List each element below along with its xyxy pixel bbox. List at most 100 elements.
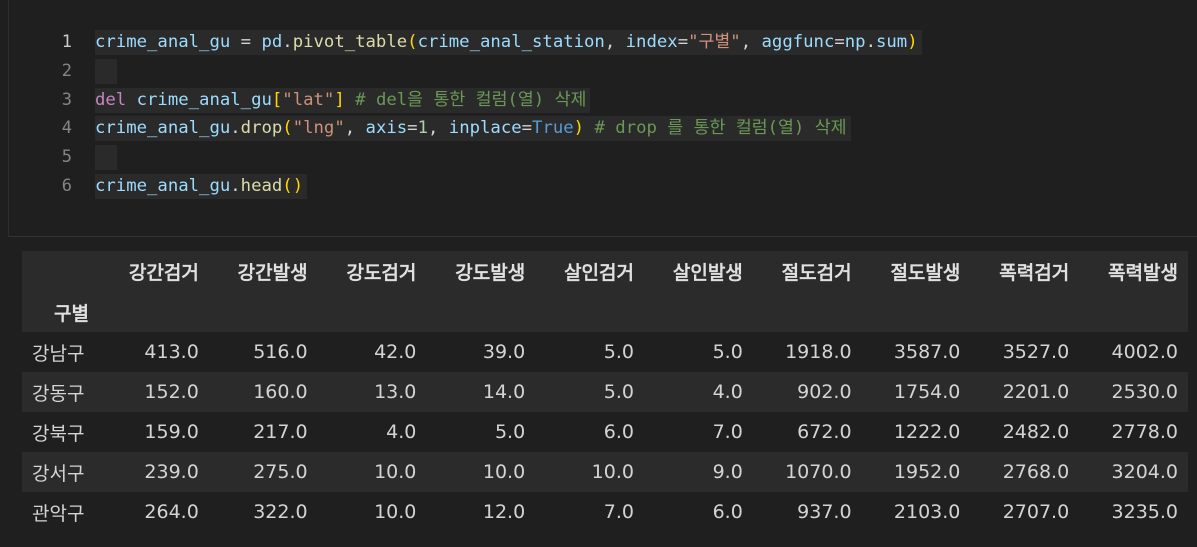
table-cell: 5.0 (603, 381, 634, 403)
table-cell: 6.0 (603, 421, 634, 443)
column-header: 강간검거 (128, 262, 199, 284)
code-text[interactable]: del crime_anal_gu["lat"] # del을 통한 컬럼(열)… (95, 88, 591, 113)
code-token: ( (282, 118, 293, 138)
index-name: 구별 (54, 302, 89, 325)
empty-cell (644, 292, 753, 332)
table-row: 강북구 159.0 217.0 4.0 5.0 6.0 7.0 672.0 12… (22, 412, 1188, 452)
code-token: , (344, 118, 366, 138)
code-line-1[interactable]: 1 crime_anal_gu = pd.pivot_table(crime_a… (9, 28, 1109, 56)
dataframe-table: 강간검거 강간발생 강도검거 강도발생 살인검거 살인발생 절도검거 절도발생 … (22, 251, 1188, 532)
table-cell: 1918.0 (785, 341, 852, 363)
table-cell: 902.0 (797, 381, 852, 403)
code-token: ] (334, 90, 345, 110)
index-name-row: 구별 (22, 292, 1188, 332)
code-token: [ (271, 90, 283, 110)
code-token: sum (875, 32, 908, 52)
code-comment: # drop 를 통한 컬럼(열) 삭제 (584, 118, 847, 138)
table-cell: 9.0 (712, 461, 743, 483)
table-cell: 42.0 (374, 341, 417, 363)
table-cell: 13.0 (374, 381, 417, 403)
row-label: 강동구 (32, 382, 85, 405)
code-token: 1 (417, 118, 428, 138)
table-cell: 1754.0 (893, 381, 961, 403)
table-cell: 3587.0 (893, 341, 961, 363)
empty-cell (426, 292, 535, 332)
table-cell: 3527.0 (1002, 341, 1070, 363)
table-cell: 2482.0 (1002, 421, 1070, 443)
code-text[interactable] (95, 59, 117, 84)
column-header-row: 강간검거 강간발생 강도검거 강도발생 살인검거 살인발생 절도검거 절도발생 … (22, 251, 1188, 292)
table-cell: 516.0 (253, 341, 308, 363)
row-label: 관악구 (32, 502, 85, 525)
table-cell: 264.0 (144, 501, 199, 523)
code-line-3[interactable]: 3 del crime_anal_gu["lat"] # del을 통한 컬럼(… (9, 86, 1109, 114)
code-token: ) (907, 32, 918, 52)
column-header: 강도발생 (455, 262, 526, 284)
code-token: crime_anal_gu (126, 90, 272, 110)
code-line-6[interactable]: 6 crime_anal_gu.head() (9, 172, 1109, 200)
row-label: 강서구 (32, 462, 85, 485)
code-token: del (95, 90, 127, 110)
table-cell: 5.0 (603, 341, 634, 363)
table-cell: 275.0 (253, 461, 308, 483)
code-token: "구별" (688, 32, 741, 52)
table-cell: 3235.0 (1111, 501, 1178, 523)
line-number: 6 (61, 176, 72, 196)
table-row: 강서구 239.0 275.0 10.0 10.0 10.0 9.0 1070.… (22, 452, 1188, 492)
table-cell: 322.0 (253, 501, 308, 523)
table-row: 강동구 152.0 160.0 13.0 14.0 5.0 4.0 902.0 … (22, 372, 1188, 412)
code-token: . (230, 118, 241, 138)
table-cell: 5.0 (712, 341, 743, 363)
table-cell: 2707.0 (1002, 501, 1070, 523)
empty-cell (862, 292, 971, 332)
code-token: crime_anal_station (417, 32, 605, 52)
code-text[interactable]: crime_anal_gu = pd.pivot_table(crime_ana… (95, 30, 922, 55)
table-cell: 7.0 (712, 421, 743, 443)
table-cell: 152.0 (144, 381, 199, 403)
code-cell[interactable]: 1 crime_anal_gu = pd.pivot_table(crime_a… (8, 0, 1197, 237)
line-number: 4 (61, 118, 72, 138)
code-token: ( (407, 32, 418, 52)
code-token: index (625, 32, 678, 52)
table-cell: 2778.0 (1111, 421, 1178, 443)
code-text[interactable]: crime_anal_gu.drop("lng", axis=1, inplac… (95, 116, 851, 141)
table-cell: 672.0 (797, 421, 852, 443)
code-token: . (230, 176, 241, 196)
code-line-5[interactable]: 5 (9, 143, 1109, 171)
empty-cell (318, 292, 427, 332)
code-comment: # del을 통한 컬럼(열) 삭제 (344, 90, 587, 110)
code-text[interactable]: crime_anal_gu.head() (95, 174, 308, 199)
table-cell: 239.0 (144, 461, 199, 483)
row-label: 강남구 (32, 342, 85, 365)
code-line-2[interactable]: 2 (9, 57, 1109, 85)
table-cell: 413.0 (144, 341, 199, 363)
table-cell: 1070.0 (785, 461, 852, 483)
table-cell: 4002.0 (1111, 341, 1178, 363)
code-token: drop (240, 118, 283, 138)
table-cell: 1222.0 (893, 421, 961, 443)
empty-cell (970, 292, 1079, 332)
table-cell: 217.0 (253, 421, 308, 443)
cell-output: 강간검거 강간발생 강도검거 강도발생 살인검거 살인발생 절도검거 절도발생 … (22, 251, 1188, 532)
code-token: np (844, 32, 866, 52)
code-token: "lng" (292, 118, 345, 138)
code-line-4[interactable]: 4 crime_anal_gu.drop("lng", axis=1, inpl… (9, 114, 1109, 142)
column-header: 절도검거 (781, 262, 852, 284)
code-token: = (677, 32, 689, 52)
table-cell: 12.0 (482, 501, 526, 523)
column-header: 폭력검거 (999, 262, 1070, 284)
code-token: = (834, 32, 845, 52)
table-cell: 2103.0 (893, 501, 961, 523)
empty-cell (1079, 292, 1188, 332)
table-cell: 2768.0 (1002, 461, 1070, 483)
table-cell: 14.0 (482, 381, 526, 403)
code-token: ) (573, 118, 585, 138)
code-token: crime_anal_gu (95, 32, 231, 52)
line-number: 2 (61, 61, 72, 81)
table-cell: 5.0 (494, 421, 526, 443)
code-text[interactable] (95, 145, 117, 170)
table-cell: 10.0 (374, 461, 417, 483)
corner-cell (22, 251, 100, 292)
column-header: 절도발생 (890, 262, 961, 284)
table-cell: 3204.0 (1111, 461, 1178, 483)
